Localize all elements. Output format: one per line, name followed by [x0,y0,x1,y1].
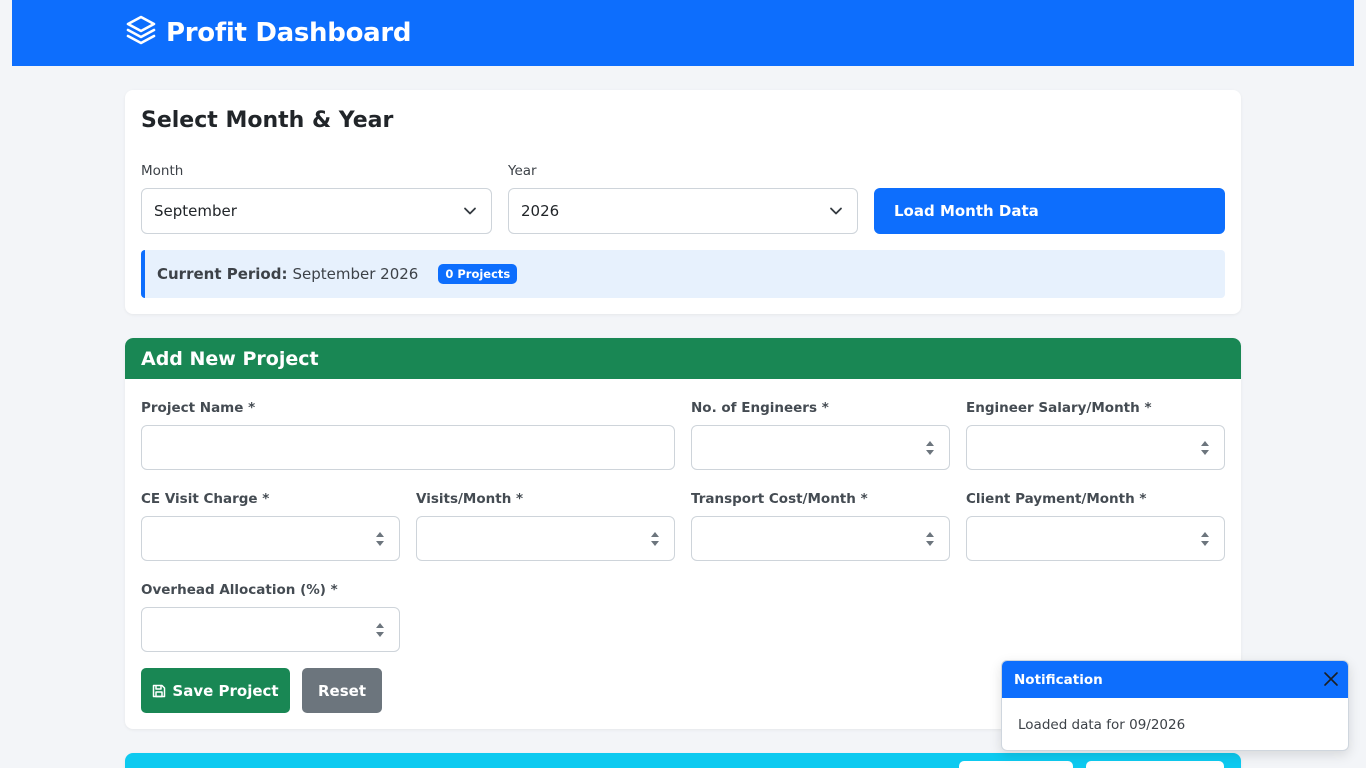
spinner-icon[interactable] [375,529,385,549]
close-icon[interactable] [1323,671,1339,687]
chevron-down-icon [830,207,842,215]
spinner-icon[interactable] [925,438,935,458]
current-period-key: Current Period: [157,265,288,283]
year-select-value: 2026 [521,202,560,220]
salary-label: Engineer Salary/Month * [966,400,1152,416]
engineers-input[interactable] [691,425,950,470]
overhead-input[interactable] [141,607,400,652]
spinner-icon[interactable] [375,620,385,640]
toast-title: Notification [1014,671,1103,688]
notification-toast: Notification Loaded data for 09/2026 [1001,660,1349,751]
transport-input[interactable] [691,516,950,561]
current-period-value: September 2026 [292,265,419,283]
projects-count-badge: 0 Projects [438,264,518,284]
brand[interactable]: Profit Dashboard [125,0,412,66]
current-period-alert: Current Period: September 2026 0 Project… [141,250,1225,298]
client-payment-input[interactable] [966,516,1225,561]
year-select[interactable]: 2026 [508,188,858,234]
brand-title: Profit Dashboard [166,18,412,48]
month-select-value: September [154,202,237,220]
chevron-down-icon [464,207,476,215]
spinner-icon[interactable] [650,529,660,549]
month-select[interactable]: September [141,188,492,234]
spinner-icon[interactable] [1200,529,1210,549]
top-navbar: Profit Dashboard [12,0,1354,66]
ce-visit-label: CE Visit Charge * [141,491,270,507]
spinner-icon[interactable] [1200,438,1210,458]
salary-input[interactable] [966,425,1225,470]
ce-visit-input[interactable] [141,516,400,561]
header-action-button[interactable] [959,761,1073,768]
load-month-data-button[interactable]: Load Month Data [874,188,1225,234]
period-card-title: Select Month & Year [141,108,394,133]
overhead-label: Overhead Allocation (%) * [141,582,338,598]
save-project-button[interactable]: Save Project [141,668,290,713]
project-name-label: Project Name * [141,400,256,416]
month-label: Month [141,163,184,179]
client-payment-label: Client Payment/Month * [966,491,1147,507]
visits-label: Visits/Month * [416,491,524,507]
toast-message: Loaded data for 09/2026 [1018,717,1186,733]
add-project-title: Add New Project [125,338,1241,379]
spinner-icon[interactable] [925,529,935,549]
layers-icon [125,14,157,53]
save-project-label: Save Project [172,681,279,700]
period-card: Select Month & Year Month September Year… [125,90,1241,314]
reset-button[interactable]: Reset [302,668,382,713]
project-name-input[interactable] [141,425,675,470]
transport-label: Transport Cost/Month * [691,491,868,507]
projects-list-card [125,753,1241,768]
year-label: Year [508,163,537,179]
save-icon [153,684,166,697]
header-action-button[interactable] [1086,761,1224,768]
visits-input[interactable] [416,516,675,561]
toast-header: Notification [1002,661,1348,698]
engineers-label: No. of Engineers * [691,400,829,416]
